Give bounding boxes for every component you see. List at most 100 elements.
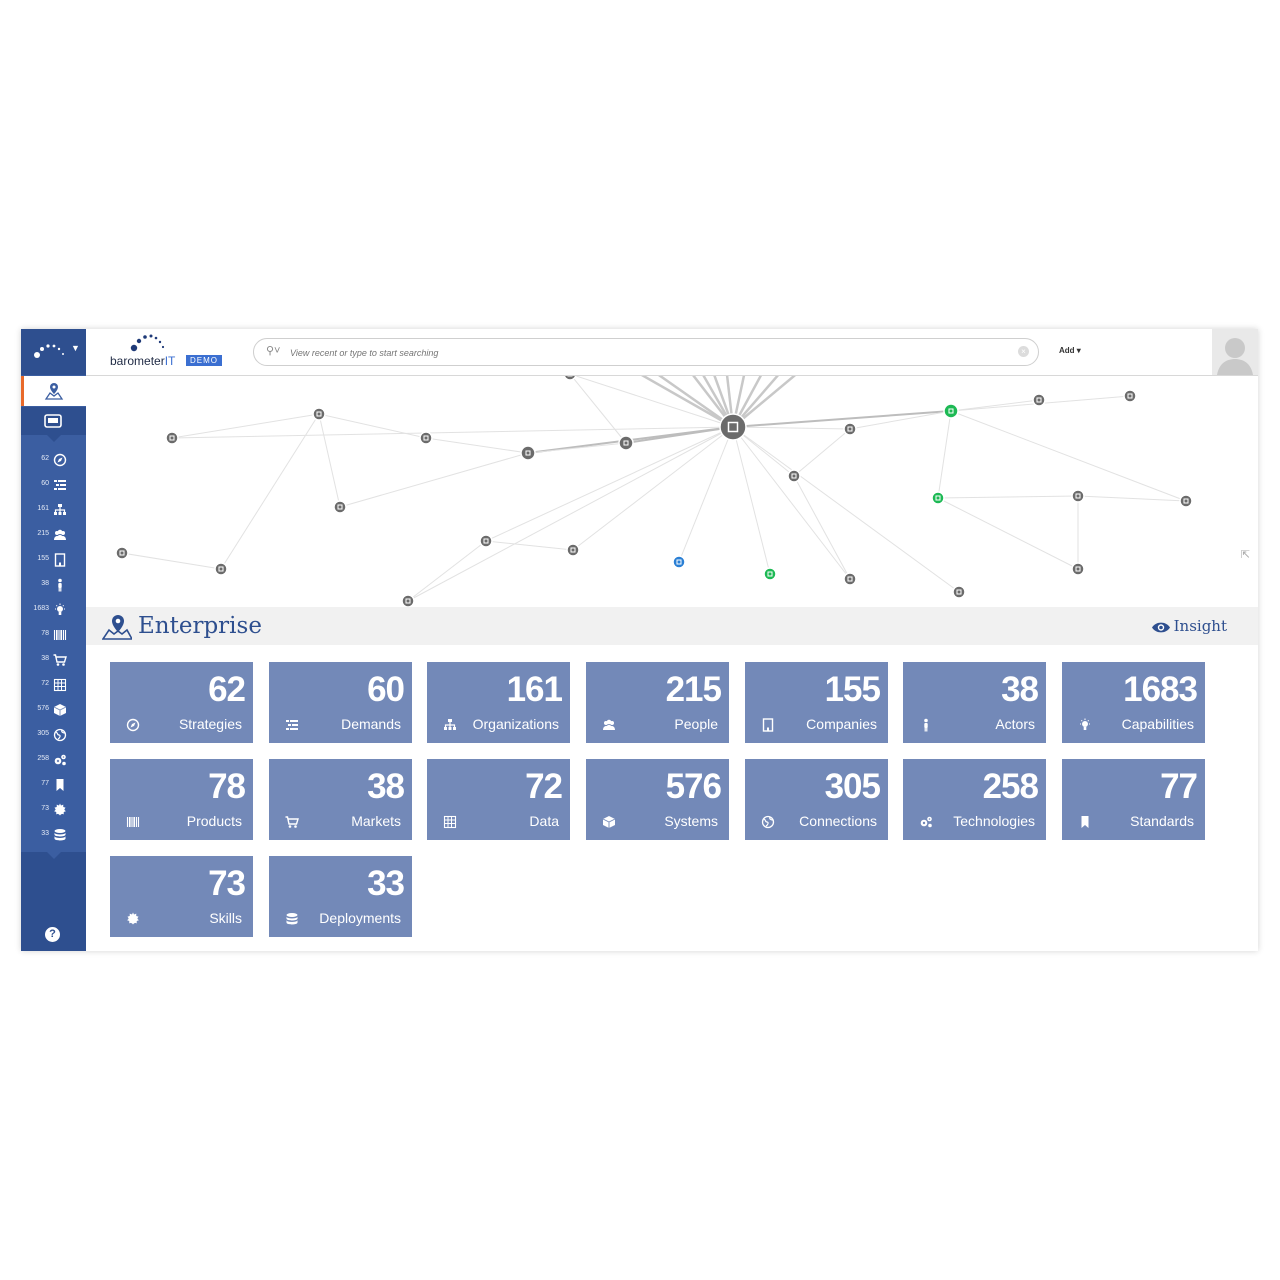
rail-item-lightbulb[interactable]: 1683: [21, 598, 86, 623]
tile-count: 1683: [1123, 670, 1198, 709]
tile-label: Standards: [1130, 813, 1194, 829]
tile-count: 73: [208, 864, 246, 903]
tile-count: 305: [824, 767, 881, 806]
section-bar: Enterprise Insight: [86, 607, 1258, 645]
rail-item-database[interactable]: 33: [21, 823, 86, 848]
rail-dashboard[interactable]: [21, 407, 86, 442]
tile-capabilities[interactable]: 1683 Capabilities: [1062, 662, 1205, 743]
clear-search-icon[interactable]: ×: [1018, 346, 1029, 357]
graph-node[interactable]: [763, 567, 777, 581]
tile-count: 258: [982, 767, 1039, 806]
rail-enterprise[interactable]: [21, 376, 86, 406]
rail-item-cart[interactable]: 38: [21, 648, 86, 673]
expand-icon[interactable]: ⇱: [1241, 548, 1250, 561]
tile-data[interactable]: 72 Data: [427, 759, 570, 840]
tile-count: 38: [367, 767, 405, 806]
globe-icon: [53, 728, 67, 742]
graph-node[interactable]: [843, 422, 857, 436]
tile-count: 72: [525, 767, 563, 806]
tile-count: 78: [208, 767, 246, 806]
graph-node[interactable]: [419, 431, 433, 445]
graph-node[interactable]: [1071, 562, 1085, 576]
location-filter-icon[interactable]: ⚲˅: [266, 344, 280, 357]
search-input[interactable]: [288, 343, 992, 363]
lightbulb-icon: [1080, 718, 1090, 730]
graph-node[interactable]: [843, 572, 857, 586]
graph-node[interactable]: [719, 413, 747, 441]
rail-item-globe[interactable]: 305: [21, 723, 86, 748]
tile-deployments[interactable]: 33 Deployments: [269, 856, 412, 937]
user-silhouette-icon: [1212, 329, 1258, 375]
relationship-graph[interactable]: ⇱: [86, 376, 1258, 607]
tile-people[interactable]: 215 People: [586, 662, 729, 743]
graph-node[interactable]: [1179, 494, 1193, 508]
rail-item-count: 258: [37, 755, 49, 762]
graph-node[interactable]: [931, 491, 945, 505]
tile-standards[interactable]: 77 Standards: [1062, 759, 1205, 840]
graph-node[interactable]: [333, 500, 347, 514]
graph-node[interactable]: [943, 403, 959, 419]
rail-item-bookmark[interactable]: 77: [21, 773, 86, 798]
tile-systems[interactable]: 576 Systems: [586, 759, 729, 840]
barometerit-logo[interactable]: barometerIT DEMO: [110, 334, 240, 372]
search-bar[interactable]: ⚲˅ ×: [253, 338, 1039, 366]
tile-count: 60: [367, 670, 405, 709]
app-switcher[interactable]: ▼: [21, 329, 86, 375]
graph-node[interactable]: [165, 431, 179, 445]
graph-node[interactable]: [1071, 489, 1085, 503]
rail-item-count: 62: [41, 455, 49, 462]
rail-item-table[interactable]: 72: [21, 673, 86, 698]
graph-node[interactable]: [312, 407, 326, 421]
tile-label: People: [674, 716, 718, 732]
rail-item-people[interactable]: 215: [21, 523, 86, 548]
graph-node[interactable]: [115, 546, 129, 560]
enterprise-map-icon: [102, 615, 132, 640]
rail-item-compass[interactable]: 62: [21, 448, 86, 473]
rail-item-barcode[interactable]: 78: [21, 623, 86, 648]
rail-item-sitemap[interactable]: 161: [21, 498, 86, 523]
graph-node[interactable]: [787, 469, 801, 483]
add-menu-button[interactable]: Add ▾: [1059, 346, 1081, 355]
graph-node[interactable]: [952, 585, 966, 599]
user-avatar[interactable]: [1212, 329, 1258, 375]
help-icon[interactable]: ?: [45, 927, 60, 942]
graph-canvas[interactable]: [86, 376, 1258, 607]
tile-count: 155: [824, 670, 881, 709]
graph-node[interactable]: [214, 562, 228, 576]
tile-products[interactable]: 78 Products: [110, 759, 253, 840]
tile-label: Technologies: [953, 813, 1035, 829]
tile-demands[interactable]: 60 Demands: [269, 662, 412, 743]
tile-actors[interactable]: 38 Actors: [903, 662, 1046, 743]
graph-node[interactable]: [618, 435, 634, 451]
people-icon: [54, 529, 66, 540]
rail-item-gears[interactable]: 258: [21, 748, 86, 773]
chevron-down-icon: ▼: [71, 343, 80, 353]
cube-icon: [53, 704, 67, 716]
rail-item-building[interactable]: 155: [21, 548, 86, 573]
tile-markets[interactable]: 38 Markets: [269, 759, 412, 840]
tile-skills[interactable]: 73 Skills: [110, 856, 253, 937]
rail-item-cube[interactable]: 576: [21, 698, 86, 723]
graph-node[interactable]: [1123, 389, 1137, 403]
graph-node[interactable]: [566, 543, 580, 557]
graph-node[interactable]: [401, 594, 415, 607]
tile-label: Strategies: [178, 716, 242, 732]
tile-label: Data: [529, 813, 559, 829]
graph-node[interactable]: [479, 534, 493, 548]
rail-item-list[interactable]: 60: [21, 473, 86, 498]
graph-node[interactable]: [520, 445, 536, 461]
tile-organizations[interactable]: 161 Organizations: [427, 662, 570, 743]
tile-companies[interactable]: 155 Companies: [745, 662, 888, 743]
person-icon: [924, 718, 928, 732]
insight-link[interactable]: Insight: [1151, 617, 1227, 635]
rail-item-count: 38: [41, 655, 49, 662]
graph-node[interactable]: [1032, 393, 1046, 407]
graph-node[interactable]: [672, 555, 686, 569]
tile-connections[interactable]: 305 Connections: [745, 759, 888, 840]
rail-item-badge[interactable]: 73: [21, 798, 86, 823]
globe-icon: [761, 815, 775, 829]
tile-strategies[interactable]: 62 Strategies: [110, 662, 253, 743]
eye-icon: [1151, 622, 1170, 632]
tile-technologies[interactable]: 258 Technologies: [903, 759, 1046, 840]
rail-item-person[interactable]: 38: [21, 573, 86, 598]
